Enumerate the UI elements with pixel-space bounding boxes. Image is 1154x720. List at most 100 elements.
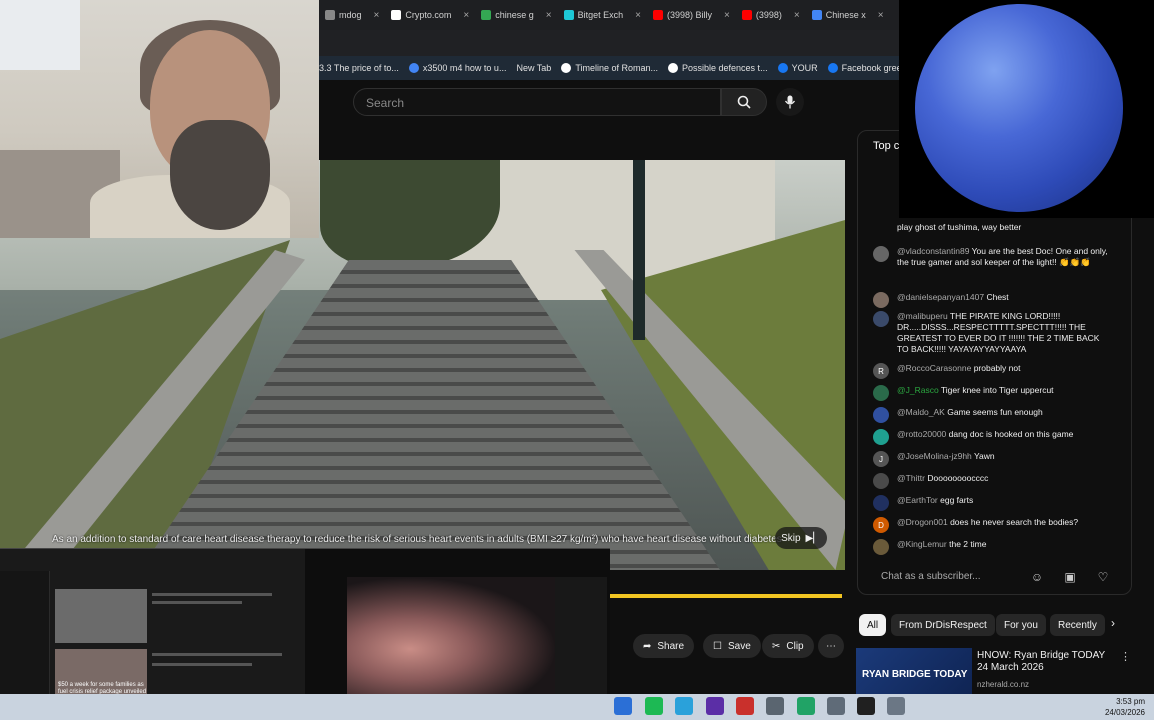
- bookmark-item[interactable]: Facebook green: [827, 63, 907, 73]
- bookmark-item[interactable]: 3.3 The price of to...: [319, 63, 399, 73]
- browser-tab[interactable]: Crypto.com ×: [385, 0, 475, 30]
- scissors-icon: ✂: [772, 640, 781, 652]
- webcam-window: [0, 0, 80, 70]
- avatar[interactable]: J: [873, 451, 889, 467]
- tab-close-icon[interactable]: ×: [546, 10, 552, 21]
- bookmark-label: Possible defences t...: [682, 63, 768, 73]
- bookmark-item[interactable]: New Tab: [516, 63, 551, 73]
- chat-username[interactable]: @danielsepanyan1407: [897, 292, 984, 302]
- chat-input[interactable]: Chat as a subscriber...: [873, 566, 1023, 588]
- chat-text: Game seems fun enough: [947, 407, 1043, 417]
- heart-icon[interactable]: ♡: [1095, 569, 1111, 585]
- overlay-text-line: [152, 593, 272, 596]
- chat-message-body: @malibuperu THE PIRATE KING LORD!!!!! DR…: [897, 311, 1113, 355]
- avatar[interactable]: [873, 429, 889, 445]
- search-button[interactable]: [721, 88, 767, 116]
- save-button[interactable]: ☐ Save: [703, 634, 761, 658]
- clip-button[interactable]: ✂ Clip: [762, 634, 814, 658]
- chat-message: @rotto20000 dang doc is hooked on this g…: [873, 429, 1113, 445]
- telegram-icon[interactable]: [675, 697, 693, 715]
- obs-icon[interactable]: [857, 697, 875, 715]
- browser-green-icon[interactable]: [797, 697, 815, 715]
- avatar[interactable]: [873, 407, 889, 423]
- filter-chip[interactable]: All: [859, 614, 887, 636]
- tab-close-icon[interactable]: ×: [374, 10, 380, 21]
- voice-search-button[interactable]: [776, 88, 804, 116]
- chat-username[interactable]: @RoccoCarasonne: [897, 363, 971, 373]
- chat-message: @KingLemur the 2 time: [873, 539, 1113, 555]
- chat-username[interactable]: @rotto20000: [897, 429, 946, 439]
- chat-username[interactable]: @Thittr: [897, 473, 925, 483]
- recommendation-thumb-text: RYAN BRIDGE TODAY: [862, 669, 968, 680]
- chat-username[interactable]: @Maldo_AK: [897, 407, 945, 417]
- tab-close-icon[interactable]: ×: [878, 10, 884, 21]
- chat-username[interactable]: @JoseMolina-jz9hh: [897, 451, 972, 461]
- chat-message-body: @rotto20000 dang doc is hooked on this g…: [897, 429, 1073, 445]
- controller-icon[interactable]: [766, 697, 784, 715]
- skip-ad-button[interactable]: Skip ▶▏: [775, 527, 827, 549]
- chat-username[interactable]: @Drogon001: [897, 517, 948, 527]
- tab-close-icon[interactable]: ×: [635, 10, 641, 21]
- bookmark-item[interactable]: x3500 m4 how to u...: [408, 63, 506, 73]
- recommendation-title[interactable]: HNOW: Ryan Bridge TODAY 24 March 2026: [977, 650, 1117, 674]
- browser-tab[interactable]: Chinese x ×: [806, 0, 890, 30]
- super-chat-icon[interactable]: ▣: [1062, 569, 1078, 585]
- recommendation-channel[interactable]: nzherald.co.nz: [977, 680, 1029, 689]
- chat-username[interactable]: @malibuperu: [897, 311, 948, 321]
- plus-icon[interactable]: [887, 697, 905, 715]
- avatar[interactable]: [873, 495, 889, 511]
- chat-message-body: @KingLemur the 2 time: [897, 539, 986, 555]
- avatar[interactable]: [873, 473, 889, 489]
- chevron-right-icon[interactable]: ›: [1111, 616, 1115, 630]
- tab-close-icon[interactable]: ×: [724, 10, 730, 21]
- chat-username[interactable]: @KingLemur: [897, 539, 947, 549]
- chat-username[interactable]: @EarthTor: [897, 495, 938, 505]
- browser-tab[interactable]: (3998) Billy ×: [647, 0, 736, 30]
- overlay-text-line: [152, 601, 242, 604]
- browser-tab[interactable]: Bitget Exch ×: [558, 0, 647, 30]
- app-purple-icon[interactable]: [706, 697, 724, 715]
- bookmark-item[interactable]: Timeline of Roman...: [561, 63, 658, 73]
- avatar[interactable]: [873, 385, 889, 401]
- share-button[interactable]: ➦ Share: [633, 634, 695, 658]
- more-actions-button[interactable]: ⋯: [818, 634, 844, 658]
- bookmark-favicon-icon: [827, 63, 838, 73]
- bookmark-favicon-icon: [777, 63, 788, 73]
- avatar[interactable]: [873, 292, 889, 308]
- chat-username[interactable]: @J_Rasco: [897, 385, 939, 395]
- chat-icon[interactable]: [645, 697, 663, 715]
- avatar[interactable]: [873, 311, 889, 327]
- recommendation-menu-icon[interactable]: ⋮: [1120, 650, 1131, 663]
- filter-chip[interactable]: Recently: [1050, 614, 1105, 636]
- tab-close-icon[interactable]: ×: [794, 10, 800, 21]
- browser-tab[interactable]: mdog ×: [319, 0, 385, 30]
- bookmark-favicon-icon: [668, 63, 679, 73]
- system-clock[interactable]: 3:53 pm 24/03/2026: [1085, 694, 1145, 718]
- avatar[interactable]: [873, 246, 889, 262]
- tab-favicon-icon: [325, 10, 335, 20]
- browser-tab[interactable]: chinese g ×: [475, 0, 557, 30]
- search-input[interactable]: Search: [353, 88, 721, 116]
- avatar[interactable]: D: [873, 517, 889, 533]
- overlay-text-line: [152, 653, 282, 656]
- app-red-icon[interactable]: [736, 697, 754, 715]
- chat-message: play ghost of tushima, way better: [873, 222, 1113, 238]
- filter-chip[interactable]: From DrDisRespect: [891, 614, 995, 636]
- chat-header[interactable]: Top c: [873, 140, 899, 152]
- avatar[interactable]: [873, 539, 889, 555]
- bookmark-item[interactable]: YOUR: [777, 63, 818, 73]
- avatar[interactable]: R: [873, 363, 889, 379]
- tab-close-icon[interactable]: ×: [463, 10, 469, 21]
- chat-text: egg farts: [940, 495, 974, 505]
- emoji-icon[interactable]: ☺: [1029, 569, 1045, 585]
- filter-chip[interactable]: For you: [996, 614, 1046, 636]
- chat-text: dang doc is hooked on this game: [948, 429, 1074, 439]
- chat-message-body: @Maldo_AK Game seems fun enough: [897, 407, 1043, 423]
- bookmark-item[interactable]: Possible defences t...: [668, 63, 768, 73]
- chat-text: Tiger knee into Tiger uppercut: [940, 385, 1054, 395]
- files-icon[interactable]: [614, 697, 632, 715]
- browser-tab[interactable]: (3998) ×: [736, 0, 806, 30]
- chat-username[interactable]: @vladconstantin89: [897, 246, 969, 256]
- chat-message-body: @RoccoCarasonne probably not: [897, 363, 1020, 379]
- settings-icon[interactable]: [827, 697, 845, 715]
